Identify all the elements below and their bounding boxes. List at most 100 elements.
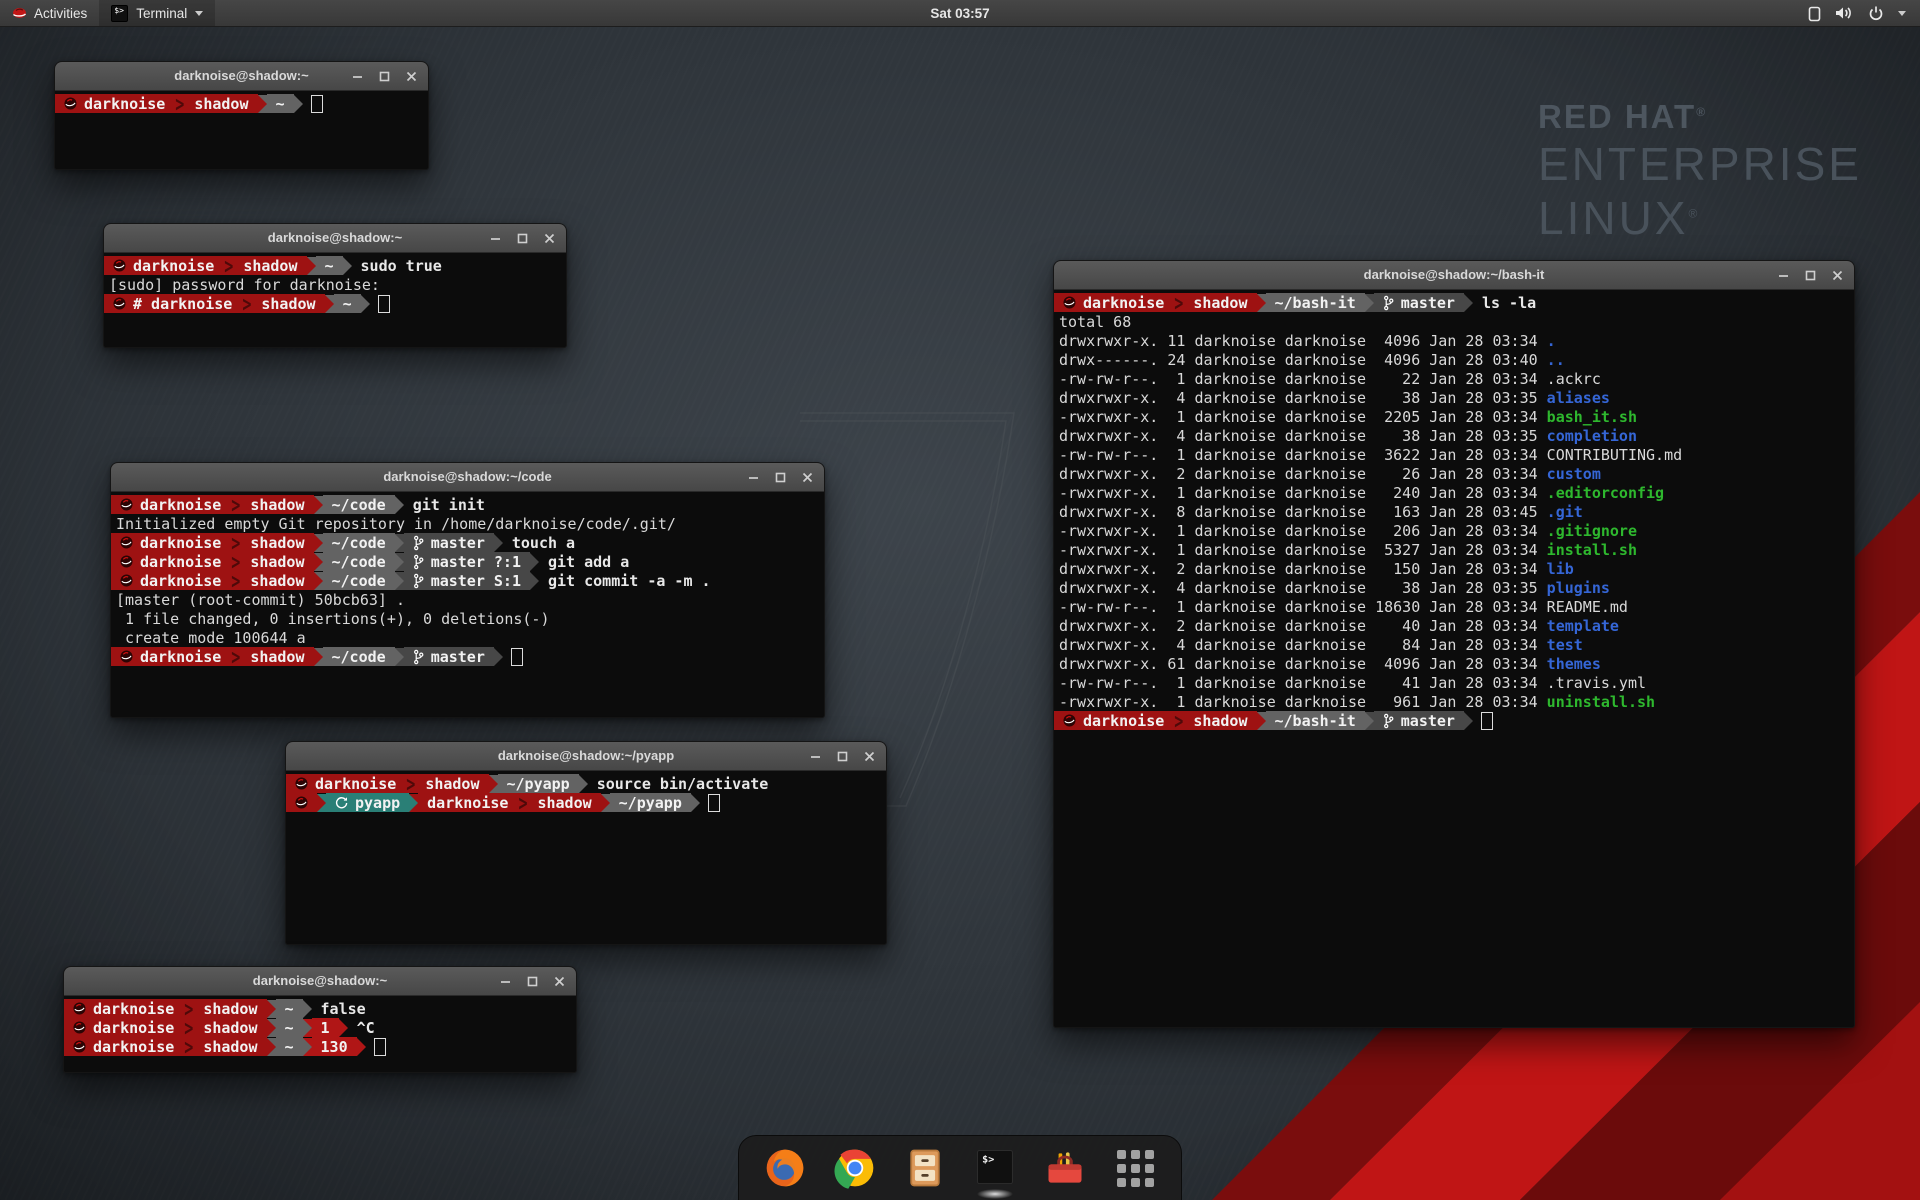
close-button[interactable]	[864, 751, 875, 762]
dock-item-app-grid[interactable]	[1113, 1146, 1157, 1190]
powerline-separator	[303, 1000, 312, 1018]
terminal-content[interactable]: darknoise>shadow~falsedarknoise>shadow~1…	[64, 996, 576, 1076]
git-branch-icon	[413, 554, 424, 570]
maximize-button[interactable]	[379, 71, 390, 82]
close-button[interactable]	[544, 233, 555, 244]
prompt-segment-git: master S:1	[404, 571, 530, 590]
window-titlebar[interactable]: darknoise@shadow:~/bash-it	[1054, 261, 1854, 290]
prompt-line: darknoise>shadow~/pyappsource bin/activa…	[286, 774, 886, 793]
terminal-content[interactable]: darknoise>shadow~/codegit initInitialize…	[111, 492, 824, 721]
prompt-segment-user: darknoise	[418, 793, 517, 812]
terminal-content[interactable]: darknoise>shadow~/pyappsource bin/activa…	[286, 771, 886, 948]
minimize-button[interactable]	[1778, 270, 1789, 281]
window-titlebar[interactable]: darknoise@shadow:~/pyapp	[286, 742, 886, 771]
dock-item-files[interactable]	[903, 1146, 947, 1190]
powerline-separator	[307, 257, 316, 275]
window-titlebar[interactable]: darknoise@shadow:~	[55, 62, 428, 91]
ls-file-name: uninstall.sh	[1547, 693, 1655, 711]
minimize-button[interactable]	[748, 472, 759, 483]
prompt-line: darknoise>shadow~/codemaster	[111, 647, 824, 666]
powerline-separator	[325, 295, 334, 313]
ls-line-meta: -rwxrwxr-x. 1 darknoise darknoise 5327 J…	[1059, 541, 1547, 559]
terminal-content[interactable]: darknoise>shadow~/bash-itmasterls -latot…	[1054, 290, 1854, 1031]
prompt-segment-host: shadow	[241, 495, 313, 514]
redhat-prompt-icon	[120, 536, 133, 549]
prompt-segment-host: shadow	[528, 793, 600, 812]
window-titlebar[interactable]: darknoise@shadow:~/code	[111, 463, 824, 492]
dock-item-chrome[interactable]	[833, 1146, 877, 1190]
prompt-line: darknoise>shadow~/bash-itmaster	[1054, 711, 1854, 730]
ls-line-meta: -rwxrwxr-x. 1 darknoise darknoise 240 Ja…	[1059, 484, 1547, 502]
output-line: drwxrwxr-x. 8 darknoise darknoise 163 Ja…	[1054, 502, 1854, 521]
maximize-button[interactable]	[527, 976, 538, 987]
powerline-thin-separator: >	[174, 94, 185, 113]
ls-file-name: .gitignore	[1547, 522, 1637, 540]
dock-item-toolbox[interactable]	[1043, 1146, 1087, 1190]
minimize-button[interactable]	[500, 976, 511, 987]
powerline-separator	[1257, 712, 1266, 730]
window-controls	[490, 224, 555, 252]
prompt-segment-user: darknoise	[1054, 293, 1173, 312]
dock-item-firefox[interactable]	[763, 1146, 807, 1190]
powerline-thin-separator: >	[517, 793, 528, 812]
output-text: total 68	[1059, 313, 1131, 331]
activities-button[interactable]: Activities	[0, 0, 99, 26]
app-menu-terminal[interactable]: $> Terminal	[99, 0, 215, 26]
close-button[interactable]	[406, 71, 417, 82]
powerline-separator	[1464, 294, 1473, 312]
output-text: 1 file changed, 0 insertions(+), 0 delet…	[116, 610, 549, 628]
ls-line-meta: drwxrwxr-x. 2 darknoise darknoise 150 Ja…	[1059, 560, 1547, 578]
prompt-segment-user	[286, 793, 317, 812]
output-line: -rw-rw-r--. 1 darknoise darknoise 22 Jan…	[1054, 369, 1854, 388]
git-branch-icon	[413, 649, 424, 665]
powerline-separator	[267, 1019, 276, 1037]
ls-line-meta: drwxrwxr-x. 4 darknoise darknoise 84 Jan…	[1059, 636, 1547, 654]
powerline-separator	[395, 553, 404, 571]
output-line: drwxrwxr-x. 2 darknoise darknoise 40 Jan…	[1054, 616, 1854, 635]
powerline-separator	[601, 794, 610, 812]
prompt-segment-host: shadow	[234, 256, 306, 275]
ls-line-meta: -rw-rw-r--. 1 darknoise darknoise 41 Jan…	[1059, 674, 1547, 692]
ls-line-meta: drwxrwxr-x. 4 darknoise darknoise 38 Jan…	[1059, 389, 1547, 407]
maximize-button[interactable]	[1805, 270, 1816, 281]
maximize-button[interactable]	[775, 472, 786, 483]
window-titlebar[interactable]: darknoise@shadow:~	[104, 224, 566, 253]
window-titlebar[interactable]: darknoise@shadow:~	[64, 967, 576, 996]
prompt-line: darknoise>shadow~	[55, 94, 428, 113]
minimize-button[interactable]	[352, 71, 363, 82]
powerline-separator	[361, 295, 370, 313]
prompt-segment-host: shadow	[241, 533, 313, 552]
ls-line-meta: drwxrwxr-x. 4 darknoise darknoise 38 Jan…	[1059, 427, 1547, 445]
running-indicator	[977, 1189, 1013, 1199]
terminal-content[interactable]: darknoise>shadow~	[55, 91, 428, 173]
powerline-separator	[314, 534, 323, 552]
ls-file-name: ..	[1547, 351, 1565, 369]
close-button[interactable]	[554, 976, 565, 987]
redhat-fedora-icon	[12, 7, 27, 20]
close-button[interactable]	[1832, 270, 1843, 281]
terminal-content[interactable]: darknoise>shadow~sudo true[sudo] passwor…	[104, 253, 566, 351]
terminal-window: darknoise@shadow:~/bash-itdarknoise>shad…	[1053, 260, 1855, 1028]
powerline-thin-separator: >	[223, 256, 234, 275]
powerline-separator	[395, 648, 404, 666]
system-status-area[interactable]	[1808, 0, 1920, 26]
ls-file-name: CONTRIBUTING.md	[1547, 446, 1682, 464]
maximize-button[interactable]	[837, 751, 848, 762]
powerline-separator	[317, 794, 326, 812]
close-button[interactable]	[802, 472, 813, 483]
minimize-button[interactable]	[810, 751, 821, 762]
file-cabinet-icon	[903, 1146, 947, 1190]
clock[interactable]: Sat 03:57	[0, 6, 1920, 21]
maximize-button[interactable]	[517, 233, 528, 244]
dock: $>	[738, 1135, 1182, 1200]
svg-text:$>: $>	[982, 1155, 994, 1166]
terminal-window: darknoise@shadow:~darknoise>shadow~sudo …	[103, 223, 567, 348]
window-title: darknoise@shadow:~/pyapp	[286, 742, 886, 770]
prompt-segment-path: ~	[267, 94, 294, 113]
prompt-line: darknoise>shadow~130	[64, 1037, 576, 1056]
ls-file-name: .git	[1547, 503, 1583, 521]
output-line: create mode 100644 a	[111, 628, 824, 647]
prompt-segment-host: shadow	[241, 647, 313, 666]
minimize-button[interactable]	[490, 233, 501, 244]
dock-item-terminal[interactable]: $>	[973, 1146, 1017, 1190]
